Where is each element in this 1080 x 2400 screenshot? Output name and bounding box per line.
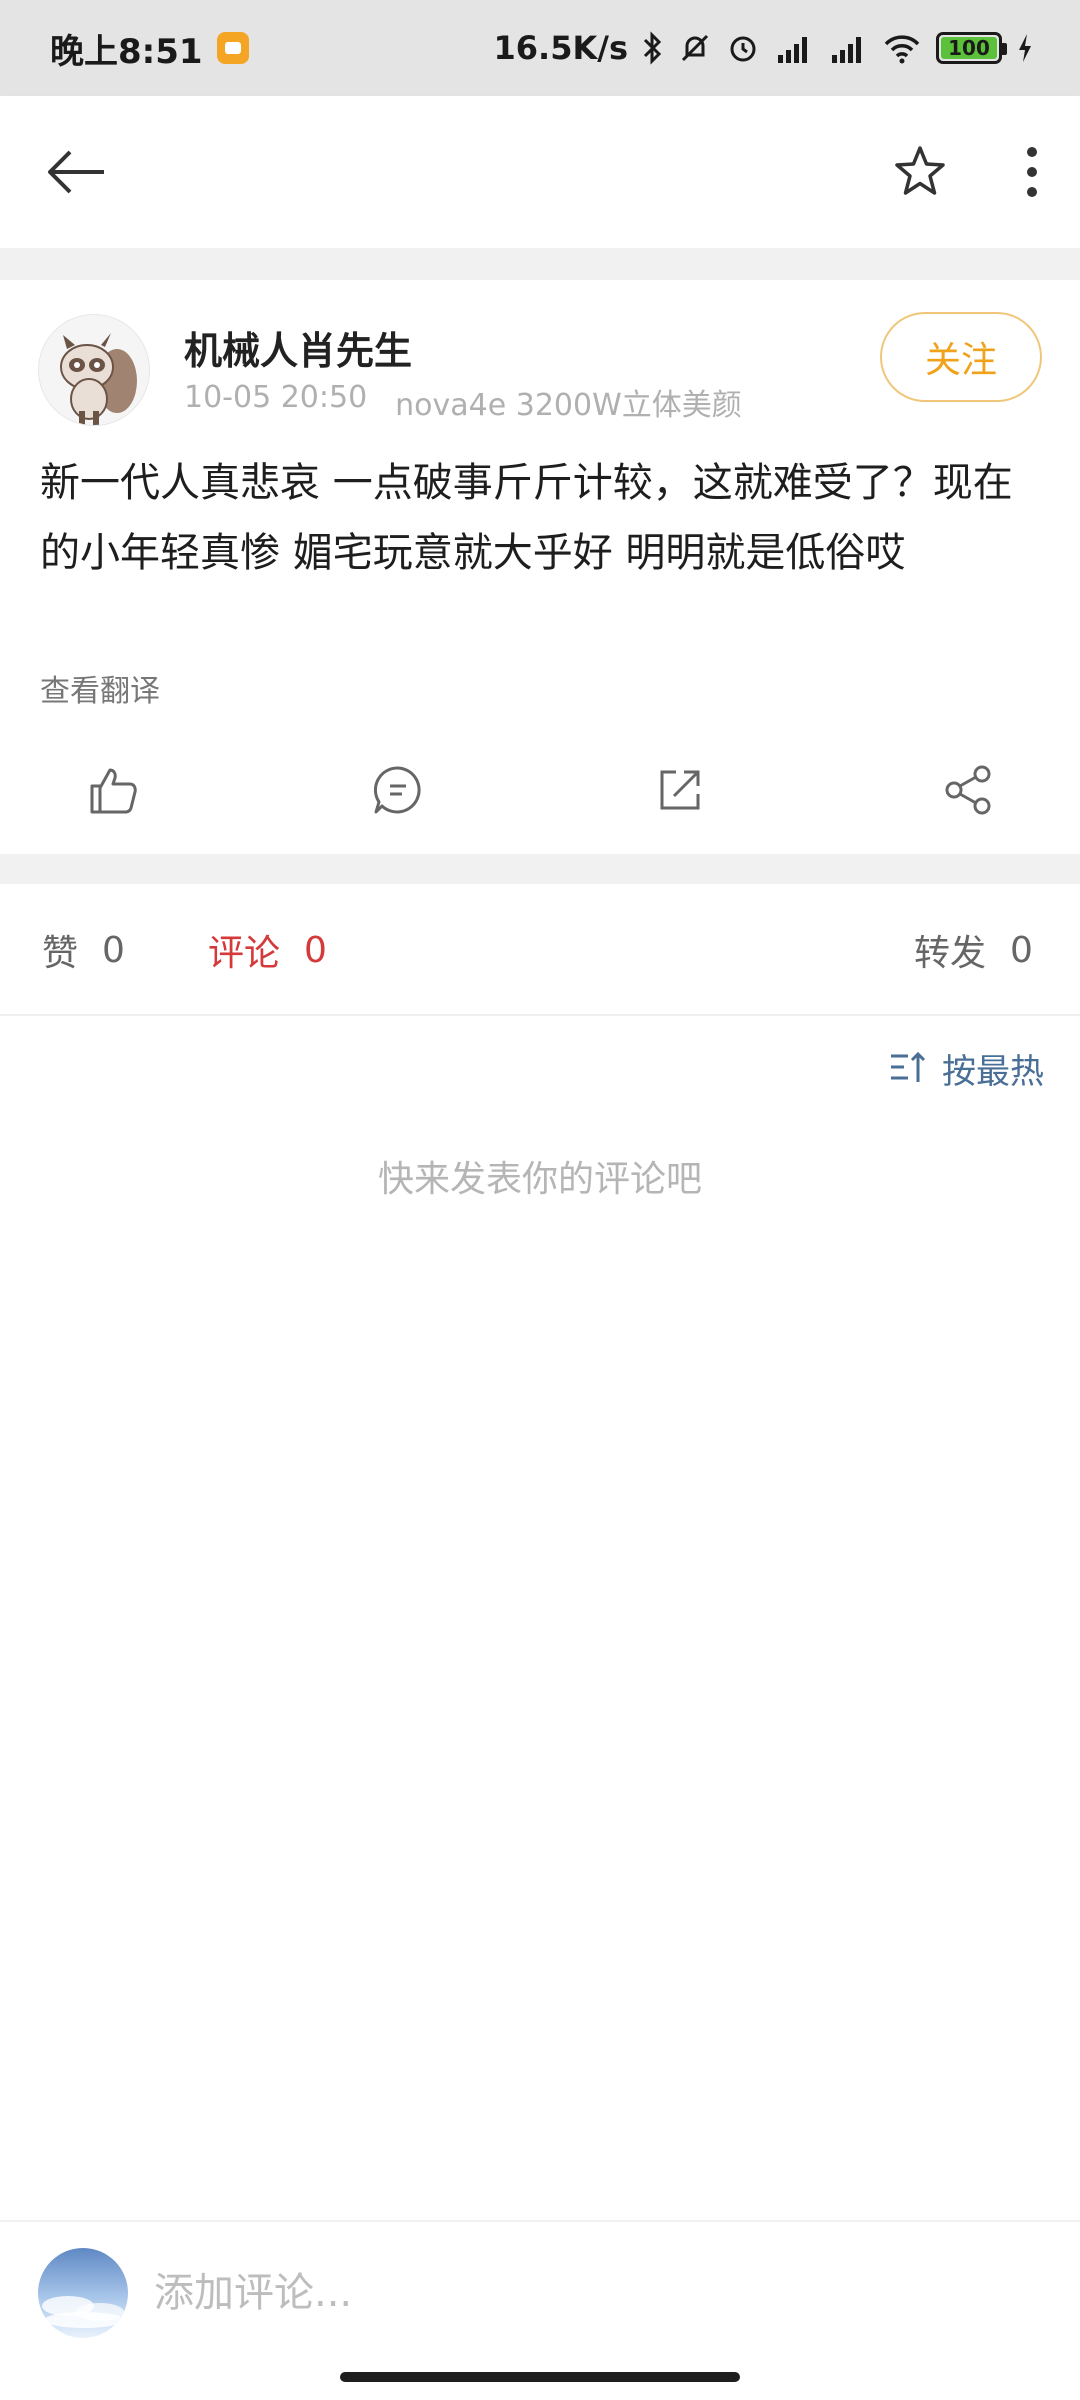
author-avatar[interactable] <box>38 314 150 426</box>
translate-link[interactable]: 查看翻译 <box>40 666 160 710</box>
battery-icon: 100 <box>936 32 1007 64</box>
follow-button[interactable]: 关注 <box>880 312 1042 402</box>
stats-tabs: 赞 0 评论 0 转发 0 <box>0 884 1080 1016</box>
section-divider <box>0 248 1080 280</box>
repost-button[interactable] <box>640 740 720 840</box>
wifi-icon <box>884 35 920 64</box>
likes-label: 赞 <box>42 933 79 974</box>
comment-button[interactable] <box>358 740 438 840</box>
section-divider-2 <box>0 854 1080 884</box>
charging-icon <box>1019 34 1031 62</box>
status-time: 晚上8:51 <box>50 31 203 72</box>
post-date: 10-05 20:50 <box>184 380 368 415</box>
tab-comments[interactable]: 评论 0 <box>208 884 327 1016</box>
status-left: 晚上8:51 <box>50 24 249 73</box>
post-content: 新一代人真悲哀 一点破事斤斤计较，这就难受了？现在的小年轻真惨 媚宅玩意就大乎好… <box>40 460 1013 576</box>
sort-label: 按最热 <box>942 1051 1044 1092</box>
alarm-icon <box>730 36 756 62</box>
status-bar: 晚上8:51 16.5K/s 100 <box>0 0 1080 96</box>
reposts-count: 0 <box>1010 929 1033 971</box>
share-nodes-icon <box>945 765 991 815</box>
raccoon-avatar-icon <box>39 315 149 425</box>
post-device: nova4e 3200W立体美颜 <box>395 388 742 423</box>
battery-level: 100 <box>941 37 997 59</box>
sort-button[interactable]: 按最热 <box>888 1040 1044 1096</box>
top-toolbar <box>0 96 1080 248</box>
post-actions <box>0 740 1080 840</box>
tab-reposts[interactable]: 转发 0 <box>914 884 1033 1016</box>
tab-likes[interactable]: 赞 0 <box>42 884 125 1016</box>
favorite-button[interactable] <box>890 142 950 202</box>
sky-avatar-icon <box>42 2296 124 2328</box>
signal-hd-icon-2 <box>832 37 861 63</box>
reposts-label: 转发 <box>914 933 987 974</box>
star-icon <box>895 146 945 195</box>
author-name[interactable]: 机械人肖先生 <box>184 320 412 375</box>
mute-bell-icon <box>681 34 709 62</box>
comments-label: 评论 <box>208 933 281 974</box>
likes-count: 0 <box>102 929 125 971</box>
sort-icon <box>891 1051 926 1082</box>
post-meta: 10-05 20:50 nova4e 3200W立体美颜 <box>184 380 742 424</box>
share-button[interactable] <box>928 740 1008 840</box>
back-button[interactable] <box>40 136 112 208</box>
more-button[interactable] <box>1020 142 1044 202</box>
comments-count: 0 <box>304 929 327 971</box>
signal-hd-icon <box>778 37 807 63</box>
post-card: 机械人肖先生 10-05 20:50 nova4e 3200W立体美颜 关注 新… <box>0 280 1080 854</box>
bluetooth-icon <box>643 31 662 65</box>
external-share-icon <box>660 770 700 810</box>
more-vertical-icon <box>1027 147 1037 197</box>
arrow-left-icon <box>48 150 104 194</box>
comment-icon <box>373 766 421 814</box>
network-speed: 16.5K/s <box>493 29 628 67</box>
thumbs-up-icon <box>90 768 137 814</box>
home-indicator[interactable] <box>340 2372 740 2382</box>
toolbar-actions <box>890 142 1044 202</box>
notification-icon <box>216 32 249 64</box>
empty-comments-hint: 快来发表你的评论吧 <box>377 1159 702 1200</box>
comment-bar <box>0 2220 1080 2370</box>
like-button[interactable] <box>72 740 152 840</box>
comment-input[interactable] <box>152 2258 1012 2328</box>
my-avatar[interactable] <box>38 2248 128 2338</box>
status-right: 16.5K/s 100 <box>494 29 1034 67</box>
